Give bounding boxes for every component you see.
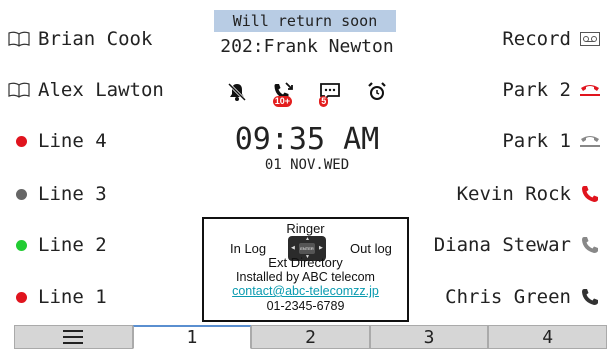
left-key-label: Line 4 — [38, 130, 107, 152]
left-key-alex-lawton[interactable]: Alex Lawton — [0, 63, 200, 117]
left-key-line-4[interactable]: Line 4 — [0, 114, 200, 168]
left-key-line-1[interactable]: Line 1 — [0, 270, 200, 324]
phone-icon — [575, 288, 605, 306]
right-key-kevin-rock[interactable]: Kevin Rock — [381, 167, 611, 221]
clock-date: 01 NOV.WED — [264, 157, 350, 173]
book-icon — [0, 31, 38, 47]
tab-label: 1 — [186, 327, 198, 348]
right-key-label: Diana Stewar — [433, 234, 571, 256]
right-key-label: Park 1 — [502, 130, 571, 152]
right-key-record[interactable]: Record — [381, 12, 611, 66]
navigation-help-box: Ringer In Log Out log ▲ ▼ ◀ ▶ ENTER Ext … — [202, 217, 409, 322]
phone-screen: Brian Cook Alex Lawton Line 4 Line 3 Lin… — [0, 0, 611, 354]
enter-key-icon: ENTER — [299, 243, 315, 254]
tab-page-2[interactable]: 2 — [251, 325, 370, 349]
parked-call-icon — [575, 83, 605, 97]
nav-up-label: Ringer — [286, 221, 325, 236]
support-email-link[interactable]: contact@abc-telecomzz.jp — [204, 284, 407, 298]
alarm-clock-icon — [364, 79, 390, 105]
missed-call-count: 10+ — [272, 96, 293, 107]
tab-label: 4 — [542, 326, 554, 348]
right-key-label: Record — [502, 28, 571, 50]
nav-left-label: In Log — [230, 241, 267, 256]
tab-page-1[interactable]: 1 — [132, 325, 252, 349]
clock-time: 09:35 AM — [234, 122, 380, 157]
line-status-dot — [15, 188, 27, 200]
left-key-brian-cook[interactable]: Brian Cook — [0, 12, 200, 66]
message-icon: 5 — [317, 79, 343, 107]
missed-call-icon: 10+ — [271, 79, 297, 107]
presence-banner: Will return soon — [214, 10, 396, 32]
installer-text: Installed by ABC telecom — [236, 270, 375, 284]
phone-icon — [575, 185, 605, 203]
nav-down-label: Ext Directory — [268, 255, 343, 270]
right-key-park-2[interactable]: Park 2 — [381, 63, 611, 117]
left-key-line-3[interactable]: Line 3 — [0, 167, 200, 221]
tab-page-3[interactable]: 3 — [369, 325, 489, 349]
left-key-label: Line 1 — [38, 286, 107, 308]
status-icons: 10+ 5 — [214, 78, 400, 107]
tab-page-4[interactable]: 4 — [488, 325, 607, 349]
right-key-chris-green[interactable]: Chris Green — [381, 270, 611, 324]
user-extension: 202:Frank Newton — [220, 36, 394, 57]
bell-muted-icon — [224, 79, 250, 105]
right-key-diana-stewar[interactable]: Diana Stewar — [381, 218, 611, 272]
tab-label: 2 — [305, 326, 316, 348]
left-key-label: Alex Lawton — [38, 79, 164, 101]
left-key-label: Brian Cook — [38, 28, 153, 50]
line-status-dot — [15, 135, 27, 147]
line-status-dot — [15, 291, 27, 303]
parked-call-icon — [575, 134, 605, 148]
phone-icon — [575, 236, 605, 254]
nav-right-label: Out log — [350, 241, 392, 256]
support-phone: 01-2345-6789 — [266, 299, 345, 313]
voicemail-icon — [575, 32, 605, 46]
left-key-label: Line 2 — [38, 234, 107, 256]
menu-icon — [63, 330, 84, 344]
tab-label: 3 — [423, 326, 435, 348]
left-key-line-2[interactable]: Line 2 — [0, 218, 200, 272]
page-tab-bar: 1 2 3 4 — [14, 325, 607, 349]
right-key-label: Park 2 — [502, 79, 571, 101]
right-key-label: Kevin Rock — [456, 183, 571, 205]
book-icon — [0, 82, 38, 98]
message-count: 5 — [319, 96, 329, 107]
right-key-park-1[interactable]: Park 1 — [381, 114, 611, 168]
tab-menu[interactable] — [14, 325, 133, 349]
right-key-label: Chris Green — [445, 286, 571, 308]
line-status-dot — [15, 239, 27, 251]
left-key-label: Line 3 — [38, 183, 107, 205]
